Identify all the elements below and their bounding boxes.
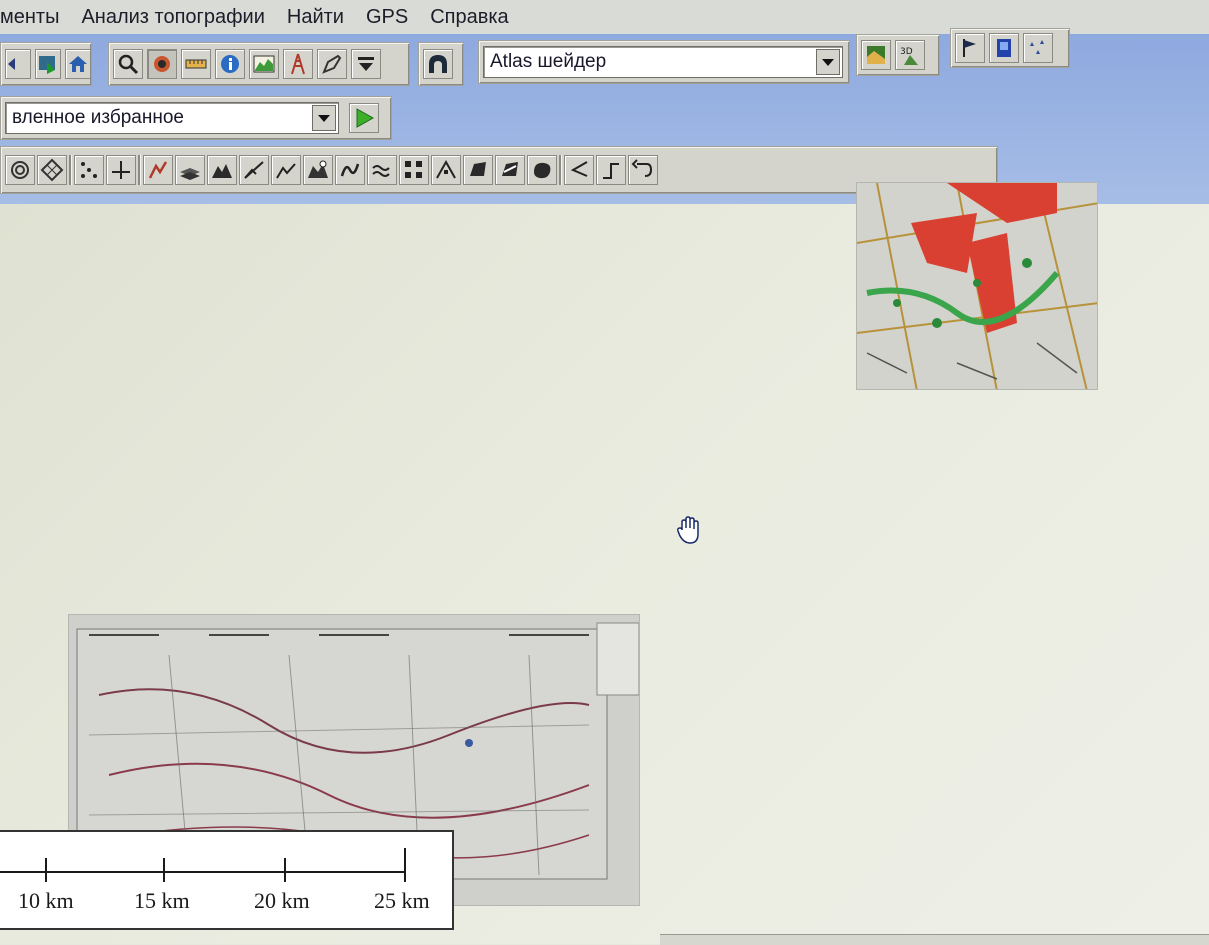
blob-icon[interactable] <box>527 155 557 185</box>
scale-label-15km: 15 km <box>134 888 190 913</box>
points-icon[interactable] <box>74 155 104 185</box>
favorites-select[interactable]: вленное избранное <box>5 102 339 134</box>
menu-gps[interactable]: GPS <box>366 6 408 29</box>
favorites-select-value: вленное избранное <box>12 107 184 128</box>
back-icon[interactable] <box>5 49 31 79</box>
slope-icon[interactable] <box>143 155 173 185</box>
grid-points-icon[interactable] <box>399 155 429 185</box>
arrow-up-icon[interactable] <box>596 155 626 185</box>
shape-icon[interactable] <box>463 155 493 185</box>
toolbar-separator <box>69 155 72 185</box>
arch-icon[interactable] <box>423 49 453 79</box>
toolbar-shader: Atlas шейдер <box>478 40 850 84</box>
scale-label-20km: 20 km <box>254 888 310 913</box>
crosshair-icon[interactable] <box>106 155 136 185</box>
shape-edit-icon[interactable] <box>495 155 525 185</box>
draw-pen-icon[interactable] <box>317 49 347 79</box>
undo-icon[interactable] <box>628 155 658 185</box>
menu-help[interactable]: Справка <box>430 6 508 29</box>
draw-options-dropdown-icon[interactable] <box>351 49 381 79</box>
flood-icon[interactable] <box>367 155 397 185</box>
play-icon[interactable] <box>349 103 379 133</box>
3d-view-icon[interactable]: 3D <box>895 40 925 70</box>
chevron-down-icon[interactable] <box>816 49 840 75</box>
profile-graph-icon[interactable] <box>249 49 279 79</box>
toolbar-gps <box>950 28 1070 68</box>
toolbar-favorites: вленное избранное <box>0 96 392 140</box>
toolbar-separator <box>559 155 562 185</box>
home-icon[interactable] <box>65 49 91 79</box>
toolbar-3d-tunnel <box>418 42 464 86</box>
zoom-icon[interactable] <box>113 49 143 79</box>
arrow-left-icon[interactable] <box>564 155 594 185</box>
info-icon[interactable] <box>215 49 245 79</box>
shader-select-value: Atlas шейдер <box>490 51 607 72</box>
pan-hand-icon[interactable] <box>147 49 177 79</box>
pan-cursor-icon <box>677 516 699 544</box>
grid-icon[interactable] <box>37 155 67 185</box>
scale-bar-ruler <box>0 848 406 882</box>
menu-terrain-analysis[interactable]: Анализ топографии <box>81 6 264 29</box>
menu-search[interactable]: Найти <box>287 6 344 29</box>
scale-bar: 10 km 15 km 20 km 25 km <box>0 830 454 930</box>
scale-label-10km: 10 km <box>18 888 74 913</box>
stars-icon[interactable] <box>1023 33 1053 63</box>
watershed-icon[interactable] <box>335 155 365 185</box>
layers-icon[interactable] <box>175 155 205 185</box>
svg-text:3D: 3D <box>900 47 913 57</box>
viewshed-icon[interactable] <box>303 155 333 185</box>
device-icon[interactable] <box>989 33 1019 63</box>
path-profile-icon[interactable] <box>271 155 301 185</box>
toolbar-tools <box>108 42 410 86</box>
shader-select[interactable]: Atlas шейдер <box>483 46 843 78</box>
status-bar <box>660 934 1209 945</box>
toolbar-terrain-analysis <box>0 146 998 194</box>
map-download-icon[interactable] <box>35 49 61 79</box>
toolbar-separator <box>138 155 141 185</box>
shader-options-icon[interactable] <box>861 40 891 70</box>
route-grid-icon[interactable] <box>431 155 461 185</box>
map-tile-topographic[interactable] <box>856 182 1098 390</box>
terrain-icon[interactable] <box>207 155 237 185</box>
chevron-down-icon[interactable] <box>312 105 336 131</box>
tower-icon[interactable] <box>283 49 313 79</box>
line-of-sight-icon[interactable] <box>239 155 269 185</box>
menu-tools[interactable]: менты <box>0 6 59 29</box>
flag-icon[interactable] <box>955 33 985 63</box>
scale-label-25km: 25 km <box>374 888 430 913</box>
map-tile-image <box>857 183 1097 389</box>
toolbar-navigation <box>0 42 92 86</box>
ruler-icon[interactable] <box>181 49 211 79</box>
toolbar-shader-options: 3D <box>856 34 940 76</box>
contour-icon[interactable] <box>5 155 35 185</box>
